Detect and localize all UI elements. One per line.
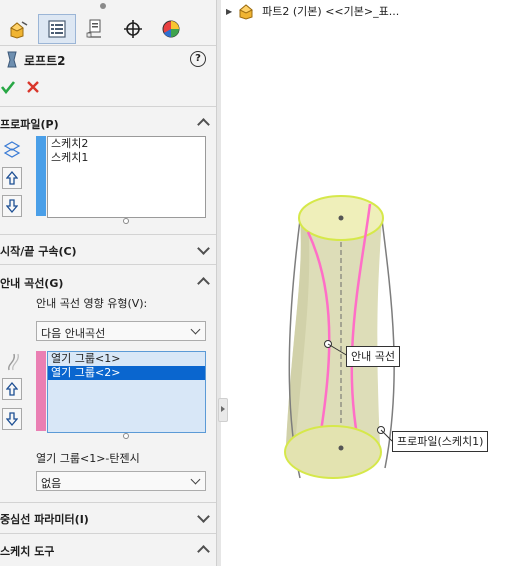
- guide-color-bar: [36, 351, 46, 431]
- configuration-manager-icon: [86, 19, 101, 38]
- tab-dimxpert-manager[interactable]: [114, 14, 152, 44]
- callout-label: 프로파일(스케치1): [397, 435, 484, 448]
- section-divider: [0, 234, 216, 235]
- tangency-value: 없음: [41, 477, 62, 490]
- axis-point: [338, 215, 344, 221]
- feature-title: 로프트2: [24, 54, 66, 68]
- loft-feature-icon: [7, 51, 17, 68]
- help-icon[interactable]: ?: [190, 51, 206, 67]
- display-manager-icon: [162, 20, 180, 38]
- tab-configuration-manager[interactable]: [76, 14, 114, 44]
- tab-property-manager[interactable]: [38, 14, 76, 44]
- move-down-button[interactable]: [2, 408, 22, 430]
- chevron-up-icon[interactable]: [197, 277, 210, 290]
- tab-divider: [0, 45, 216, 46]
- tangency-select[interactable]: 없음: [36, 471, 206, 491]
- profile-selection-icon: [3, 141, 21, 158]
- list-resize-handle[interactable]: [123, 433, 129, 439]
- section-profile-header[interactable]: 프로파일(P): [0, 116, 59, 132]
- feature-tree-icon: [10, 21, 28, 39]
- section-centerline-header[interactable]: 중심선 파라미터(I): [0, 511, 89, 527]
- profile-callout[interactable]: 프로파일(스케치1): [392, 431, 489, 452]
- property-manager-icon: [48, 20, 66, 38]
- ok-checkmark-icon[interactable]: [0, 80, 16, 94]
- guide-curve-callout[interactable]: 안내 곡선: [346, 346, 400, 367]
- section-guide-curves-header[interactable]: 안내 곡선(G): [0, 275, 63, 291]
- arrow-down-icon: [6, 412, 18, 426]
- list-resize-handle[interactable]: [123, 218, 129, 224]
- chevron-down-icon: [190, 324, 201, 335]
- manager-tab-bar: [0, 14, 216, 44]
- arrow-up-icon: [6, 171, 18, 185]
- move-up-button[interactable]: [2, 378, 22, 400]
- influence-type-label: 안내 곡선 영향 유형(V):: [36, 297, 148, 310]
- cancel-x-icon[interactable]: [26, 80, 40, 94]
- move-up-button[interactable]: [2, 167, 22, 189]
- arrow-up-icon: [6, 382, 18, 396]
- guide-curve-icon: [8, 353, 19, 371]
- section-divider: [0, 502, 216, 503]
- loft-preview-viewport[interactable]: [220, 0, 505, 566]
- arrow-down-icon: [6, 199, 18, 213]
- list-item[interactable]: 열기 그룹<1>: [48, 352, 205, 366]
- axis-point: [338, 445, 344, 451]
- section-start-end-header[interactable]: 시작/끝 구속(C): [0, 243, 77, 259]
- section-divider: [0, 533, 216, 534]
- chevron-down-icon: [190, 474, 201, 485]
- crosshair-icon: [124, 20, 142, 38]
- chevron-up-icon[interactable]: [197, 545, 210, 558]
- tangency-label: 열기 그룹<1>-탄젠시: [36, 452, 140, 465]
- tab-feature-tree[interactable]: [0, 14, 38, 44]
- callout-label: 안내 곡선: [351, 350, 395, 363]
- guide-curves-list[interactable]: 열기 그룹<1> 열기 그룹<2>: [47, 351, 206, 433]
- list-item-selected[interactable]: 열기 그룹<2>: [48, 366, 205, 380]
- tab-display-manager[interactable]: [152, 14, 190, 44]
- chevron-down-icon[interactable]: [197, 510, 210, 523]
- property-manager-panel: 로프트2 ? 프로파일(P) 스케치2 스케치1 시작/끝 구속(C) 안내 곡…: [0, 0, 216, 566]
- profile-list[interactable]: 스케치2 스케치1: [47, 136, 206, 218]
- bottom-profile: [284, 425, 382, 479]
- move-down-button[interactable]: [2, 195, 22, 217]
- chevron-down-icon[interactable]: [197, 242, 210, 255]
- chevron-up-icon[interactable]: [197, 118, 210, 131]
- profile-color-bar: [36, 136, 46, 216]
- influence-type-select[interactable]: 다음 안내곡선: [36, 321, 206, 341]
- list-item[interactable]: 스케치1: [48, 151, 205, 165]
- list-item[interactable]: 스케치2: [48, 137, 205, 151]
- section-divider: [0, 264, 216, 265]
- panel-resize-dot[interactable]: [100, 3, 106, 9]
- section-sketch-tools-header[interactable]: 스케치 도구: [0, 543, 54, 559]
- influence-type-value: 다음 안내곡선: [41, 327, 106, 340]
- section-divider: [0, 106, 216, 107]
